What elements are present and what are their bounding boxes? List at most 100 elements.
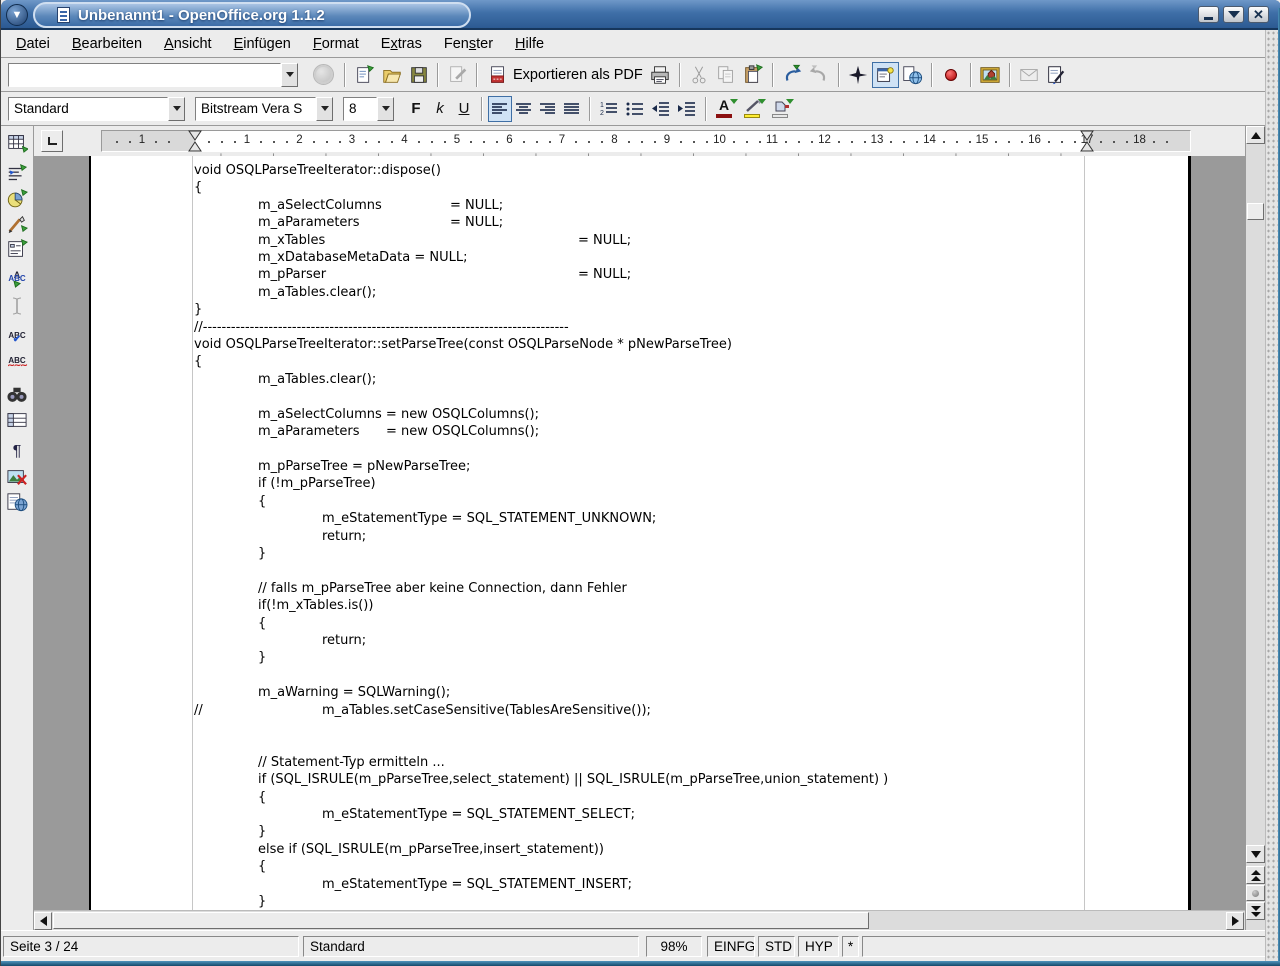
font-color-button[interactable]: A xyxy=(712,96,740,122)
background-color-button[interactable] xyxy=(768,96,796,122)
print-button[interactable] xyxy=(647,62,674,88)
status-page[interactable]: Seite 3 / 24 xyxy=(3,936,299,957)
horizontal-scroll-thumb[interactable] xyxy=(53,912,869,929)
graphics-onoff-button[interactable] xyxy=(3,464,31,489)
open-button[interactable] xyxy=(378,62,405,88)
url-input[interactable] xyxy=(8,63,281,87)
status-page-style[interactable]: Standard xyxy=(303,936,639,957)
align-center-button[interactable] xyxy=(512,96,536,122)
scroll-left-button[interactable] xyxy=(34,912,52,930)
url-dropdown-button[interactable] xyxy=(281,63,298,87)
increase-indent-button[interactable] xyxy=(674,96,700,122)
decrease-indent-button[interactable] xyxy=(648,96,674,122)
close-button[interactable]: ✕ xyxy=(1248,6,1269,23)
bold-button[interactable]: F xyxy=(404,96,428,122)
ruler-mark xyxy=(496,141,498,143)
bullets-button[interactable] xyxy=(622,96,648,122)
numbering-button[interactable]: 12 xyxy=(596,96,622,122)
record-macro-button[interactable] xyxy=(938,62,965,88)
document-text[interactable]: void OSQLParseTreeIterator::dispose() { … xyxy=(194,162,888,910)
status-insert-mode[interactable]: EINFG xyxy=(707,936,755,957)
align-right-button[interactable] xyxy=(536,96,560,122)
scroll-down-button[interactable] xyxy=(1246,845,1265,863)
navigator-button[interactable] xyxy=(845,62,872,88)
find-replace-button[interactable] xyxy=(3,382,31,407)
window-menu-button[interactable]: ▼ xyxy=(6,4,28,26)
document-view[interactable]: void OSQLParseTreeIterator::dispose() { … xyxy=(34,156,1245,910)
tab-type-selector[interactable] xyxy=(41,130,63,152)
auto-spellcheck-button[interactable]: ABC ∼∼∼ xyxy=(3,350,31,375)
italic-button[interactable]: k xyxy=(428,96,452,122)
previous-page-button[interactable] xyxy=(1246,866,1265,884)
spellcheck-button[interactable]: ABC ✔ xyxy=(3,325,31,350)
ruler-number: 5 xyxy=(454,134,460,146)
ruler-number: 6 xyxy=(506,134,512,146)
status-hyperlink-mode[interactable]: HYP xyxy=(798,936,839,957)
vertical-scrollbar[interactable] xyxy=(1245,126,1265,930)
nonprinting-characters-button[interactable]: ¶ xyxy=(3,439,31,464)
gallery-button[interactable] xyxy=(977,62,1004,88)
new-document-button[interactable] xyxy=(351,62,378,88)
size-dropdown-button[interactable] xyxy=(377,97,394,121)
page-preview-button[interactable] xyxy=(1043,62,1070,88)
horizontal-scrollbar[interactable] xyxy=(34,910,1245,930)
numbered-list-icon: 12 xyxy=(600,101,618,116)
hyperlink-button[interactable] xyxy=(899,62,926,88)
menu-fenster[interactable]: Fenster xyxy=(433,33,504,55)
vertical-scroll-thumb[interactable] xyxy=(1247,203,1264,220)
justify-button[interactable] xyxy=(560,96,584,122)
ruler-mark xyxy=(838,141,840,143)
ruler-mark xyxy=(313,141,315,143)
globe-page-icon xyxy=(901,64,923,86)
autotext-button[interactable]: A ABC xyxy=(3,268,31,293)
window-title: Unbenannt1 - OpenOffice.org 1.1.2 xyxy=(78,7,325,24)
status-modified-flag[interactable]: * xyxy=(842,936,859,957)
ruler-mark xyxy=(811,141,813,143)
auto-spellcheck-icon: ABC ∼∼∼ xyxy=(7,359,27,367)
menu-datei[interactable]: Datei xyxy=(5,33,61,55)
undo-button[interactable] xyxy=(779,62,806,88)
status-zoom[interactable]: 98% xyxy=(646,936,702,957)
export-pdf-button[interactable]: Exportieren als PDF xyxy=(483,62,647,88)
paragraph-style-value[interactable]: Standard xyxy=(8,97,168,121)
window-resize-grip[interactable] xyxy=(1265,30,1278,961)
next-page-button[interactable] xyxy=(1246,902,1265,920)
save-button[interactable] xyxy=(405,62,432,88)
menu-ansicht[interactable]: Ansicht xyxy=(153,33,223,55)
font-dropdown-button[interactable] xyxy=(316,97,333,121)
stylist-button[interactable] xyxy=(872,62,899,88)
insert-object-button[interactable] xyxy=(3,186,31,211)
right-indent-marker[interactable] xyxy=(1080,130,1094,152)
status-selection-mode[interactable]: STD xyxy=(758,936,795,957)
insert-table-button[interactable] xyxy=(3,129,31,154)
stylist-icon xyxy=(874,64,896,86)
underline-button[interactable]: U xyxy=(452,96,476,122)
minimize-button[interactable] xyxy=(1198,6,1219,23)
font-name-value[interactable]: Bitstream Vera S xyxy=(195,97,316,121)
menu-format[interactable]: Format xyxy=(302,33,370,55)
scroll-up-button[interactable] xyxy=(1246,126,1265,144)
titlebar[interactable]: ▼ Unbenannt1 - OpenOffice.org 1.1.2 ✕ xyxy=(1,0,1280,30)
form-functions-button[interactable] xyxy=(3,236,31,261)
data-sources-button[interactable] xyxy=(3,407,31,432)
scroll-right-button[interactable] xyxy=(1226,912,1244,930)
style-dropdown-button[interactable] xyxy=(168,97,185,121)
highlighting-button[interactable] xyxy=(740,96,768,122)
online-layout-button[interactable] xyxy=(3,489,31,514)
insert-fields-button[interactable] xyxy=(3,161,31,186)
paste-button[interactable] xyxy=(740,62,767,88)
menu-einfgen[interactable]: Einfügen xyxy=(223,33,302,55)
menu-bearbeiten[interactable]: Bearbeiten xyxy=(61,33,153,55)
font-size-value[interactable]: 8 xyxy=(343,97,377,121)
maximize-button[interactable] xyxy=(1223,6,1244,23)
page[interactable]: void OSQLParseTreeIterator::dispose() { … xyxy=(89,156,1191,910)
ruler-mark xyxy=(326,141,328,143)
navigation-button[interactable] xyxy=(1246,885,1265,901)
draw-functions-button[interactable] xyxy=(3,211,31,236)
align-left-button[interactable] xyxy=(488,96,512,122)
first-line-indent-marker[interactable] xyxy=(188,130,202,152)
menu-extras[interactable]: Extras xyxy=(370,33,433,55)
horizontal-ruler[interactable]: 1123456789101112131415161718⊥⊥⊥⊥⊥⊥⊥⊥⊥⊥⊥⊥… xyxy=(101,130,1191,152)
menu-hilfe[interactable]: Hilfe xyxy=(504,33,555,55)
ruler-mark xyxy=(260,141,262,143)
